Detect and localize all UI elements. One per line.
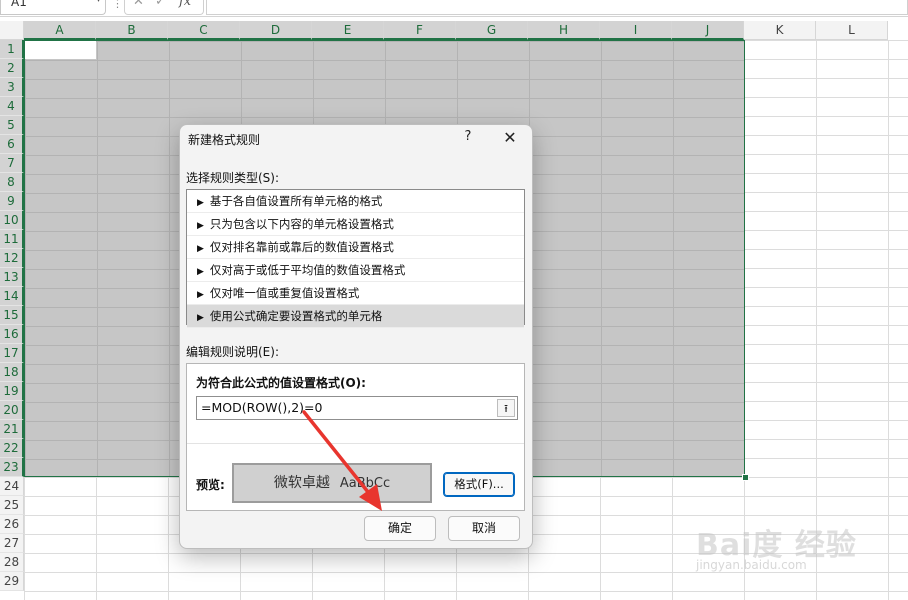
row-header-1[interactable]: 1 bbox=[0, 40, 24, 59]
column-header-j[interactable]: J bbox=[672, 21, 744, 40]
row-header-25[interactable]: 25 bbox=[0, 496, 24, 515]
column-header-g[interactable]: G bbox=[456, 21, 528, 40]
row-header-4[interactable]: 4 bbox=[0, 97, 24, 116]
row-header-20[interactable]: 20 bbox=[0, 401, 24, 420]
row-header-3[interactable]: 3 bbox=[0, 78, 24, 97]
row-header-2[interactable]: 2 bbox=[0, 59, 24, 78]
column-header-l[interactable]: L bbox=[816, 21, 888, 40]
rule-type-label-text: 仅对排名靠前或靠后的数值设置格式 bbox=[209, 240, 394, 254]
rule-type-label-text: 基于各自值设置所有单元格的格式 bbox=[209, 194, 383, 208]
row-header-12[interactable]: 12 bbox=[0, 249, 24, 268]
help-icon[interactable]: ? bbox=[461, 129, 475, 144]
row-header-23[interactable]: 23 bbox=[0, 458, 24, 477]
fx-icon[interactable]: fx bbox=[179, 0, 191, 9]
triangle-right-icon: ▶ bbox=[197, 290, 204, 300]
row-header-16[interactable]: 16 bbox=[0, 325, 24, 344]
row-header-11[interactable]: 11 bbox=[0, 230, 24, 249]
cancel-icon[interactable]: ✕ bbox=[133, 0, 144, 9]
row-header-13[interactable]: 13 bbox=[0, 268, 24, 287]
ok-button[interactable]: 确定 bbox=[364, 516, 436, 541]
formula-label: 为符合此公式的值设置格式(O): bbox=[196, 376, 366, 390]
row-header-6[interactable]: 6 bbox=[0, 135, 24, 154]
row-header-28[interactable]: 28 bbox=[0, 553, 24, 572]
column-header-i[interactable]: I bbox=[600, 21, 672, 40]
rule-type-item-selected[interactable]: ▶ 使用公式确定要设置格式的单元格 bbox=[187, 305, 524, 328]
preview-label: 预览: bbox=[196, 478, 225, 492]
select-all-corner[interactable] bbox=[0, 21, 24, 40]
formula-bar: A1 ▾ ⋮ ✕ ✓ fx bbox=[0, 0, 908, 17]
preview-text-en: AaBbCc bbox=[339, 476, 391, 491]
row-header-27[interactable]: 27 bbox=[0, 534, 24, 553]
column-header-e[interactable]: E bbox=[312, 21, 384, 40]
dialog-title: 新建格式规则 bbox=[188, 133, 261, 147]
chevron-down-icon[interactable]: ▾ bbox=[96, 0, 101, 5]
name-box[interactable]: A1 ▾ bbox=[0, 0, 106, 15]
rule-description-label: 编辑规则说明(E): bbox=[186, 345, 279, 359]
rule-type-label-text: 只为包含以下内容的单元格设置格式 bbox=[209, 217, 394, 231]
rule-type-item[interactable]: ▶ 只为包含以下内容的单元格设置格式 bbox=[187, 213, 524, 236]
collapse-dialog-button[interactable]: ⭱ bbox=[497, 399, 515, 417]
row-header-19[interactable]: 19 bbox=[0, 382, 24, 401]
formula-value: =MOD(ROW(),2)=0 bbox=[201, 400, 323, 415]
column-header-d[interactable]: D bbox=[240, 21, 312, 40]
rule-type-label: 选择规则类型(S): bbox=[186, 171, 280, 185]
column-header-f[interactable]: F bbox=[384, 21, 456, 40]
row-header-24[interactable]: 24 bbox=[0, 477, 24, 496]
rule-type-item[interactable]: ▶ 仅对高于或低于平均值的数值设置格式 bbox=[187, 259, 524, 282]
triangle-right-icon: ▶ bbox=[197, 313, 204, 323]
enter-icon[interactable]: ✓ bbox=[155, 0, 166, 9]
row-header-14[interactable]: 14 bbox=[0, 287, 24, 306]
row-header-21[interactable]: 21 bbox=[0, 420, 24, 439]
row-header-8[interactable]: 8 bbox=[0, 173, 24, 192]
rule-type-item[interactable]: ▶ 仅对排名靠前或靠后的数值设置格式 bbox=[187, 236, 524, 259]
watermark-url: jingyan.baidu.com bbox=[696, 558, 807, 572]
formula-input[interactable]: =MOD(ROW(),2)=0 ⭱ bbox=[196, 396, 518, 420]
rule-type-label-text: 使用公式确定要设置格式的单元格 bbox=[209, 309, 383, 323]
rule-type-label-text: 仅对高于或低于平均值的数值设置格式 bbox=[209, 263, 406, 277]
column-header-h[interactable]: H bbox=[528, 21, 600, 40]
column-header-c[interactable]: C bbox=[168, 21, 240, 40]
rule-description-panel: 为符合此公式的值设置格式(O): =MOD(ROW(),2)=0 ⭱ 预览: 微… bbox=[186, 363, 525, 511]
upload-arrow-icon: ⭱ bbox=[504, 402, 508, 415]
drag-handle-icon[interactable]: ⋮ bbox=[112, 0, 123, 10]
active-cell[interactable] bbox=[25, 41, 96, 59]
triangle-right-icon: ▶ bbox=[197, 267, 204, 277]
triangle-right-icon: ▶ bbox=[197, 198, 204, 208]
close-icon[interactable]: ✕ bbox=[502, 128, 518, 147]
column-header-b[interactable]: B bbox=[96, 21, 168, 40]
divider bbox=[187, 443, 524, 444]
preview-box: 微软卓越 AaBbCc bbox=[232, 463, 432, 503]
row-header-17[interactable]: 17 bbox=[0, 344, 24, 363]
row-header-15[interactable]: 15 bbox=[0, 306, 24, 325]
rule-type-list: ▶ 基于各自值设置所有单元格的格式 ▶ 只为包含以下内容的单元格设置格式 ▶ 仅对排名… bbox=[186, 189, 525, 328]
row-header-5[interactable]: 5 bbox=[0, 116, 24, 135]
rule-type-label-text: 仅对唯一值或重复值设置格式 bbox=[209, 286, 360, 300]
fill-handle[interactable] bbox=[742, 474, 749, 481]
row-header-7[interactable]: 7 bbox=[0, 154, 24, 173]
row-header-9[interactable]: 9 bbox=[0, 192, 24, 211]
row-header-10[interactable]: 10 bbox=[0, 211, 24, 230]
row-header-22[interactable]: 22 bbox=[0, 439, 24, 458]
formula-bar-buttons: ✕ ✓ fx bbox=[124, 0, 204, 15]
row-header-29[interactable]: 29 bbox=[0, 572, 24, 591]
column-header-a[interactable]: A bbox=[24, 21, 96, 40]
triangle-right-icon: ▶ bbox=[197, 244, 204, 254]
preview-text-cn: 微软卓越 bbox=[273, 475, 330, 491]
row-header-18[interactable]: 18 bbox=[0, 363, 24, 382]
column-header-k[interactable]: K bbox=[744, 21, 816, 40]
rule-type-item[interactable]: ▶ 基于各自值设置所有单元格的格式 bbox=[187, 190, 524, 213]
formula-input-field[interactable] bbox=[206, 0, 908, 15]
format-button[interactable]: 格式(F)... bbox=[443, 472, 515, 497]
cancel-button[interactable]: 取消 bbox=[448, 516, 520, 541]
baidu-watermark: Bai度 经验 jingyan.baidu.com bbox=[696, 520, 896, 580]
name-box-value: A1 bbox=[11, 0, 27, 9]
row-header-26[interactable]: 26 bbox=[0, 515, 24, 534]
new-format-rule-dialog: 新建格式规则 ? ✕ 选择规则类型(S): ▶ 基于各自值设置所有单元格的格式 ▶… bbox=[179, 124, 533, 549]
rule-type-item[interactable]: ▶ 仅对唯一值或重复值设置格式 bbox=[187, 282, 524, 305]
triangle-right-icon: ▶ bbox=[197, 221, 204, 231]
